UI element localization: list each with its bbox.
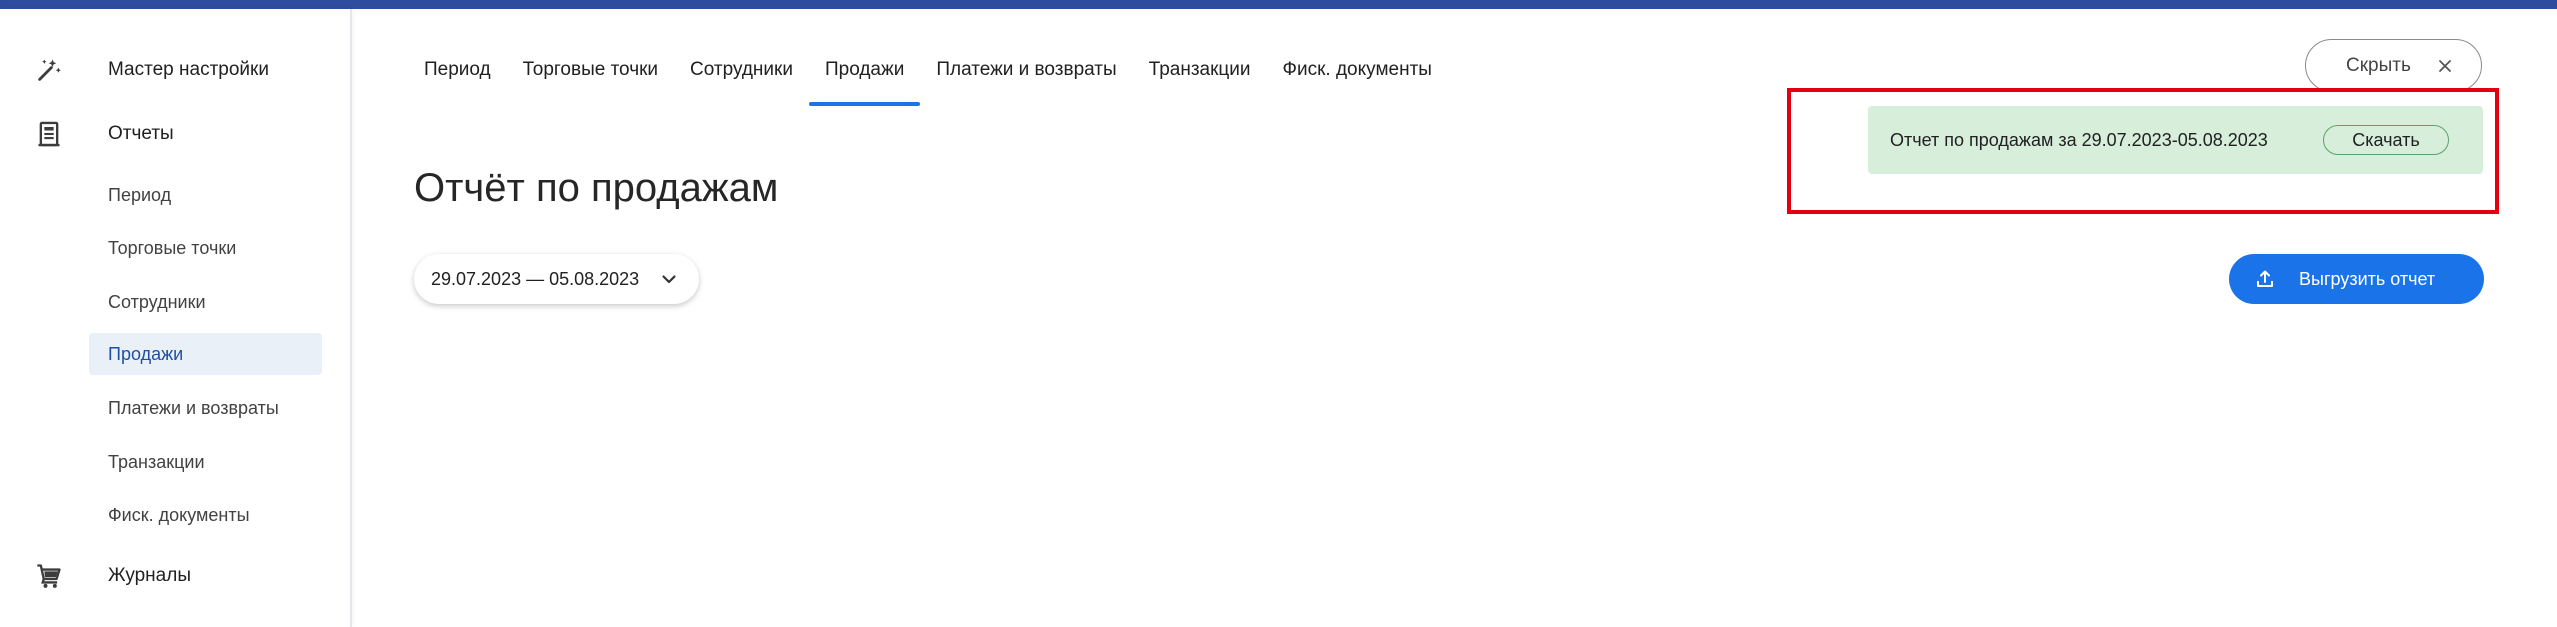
sidebar-item-label: Продажи [108, 343, 184, 364]
tab-period[interactable]: Период [408, 40, 507, 106]
tab-sales[interactable]: Продажи [808, 40, 921, 106]
sidebar-item-label: Сотрудники [108, 291, 206, 312]
sidebar-item-sales[interactable]: Продажи [89, 333, 322, 375]
export-button-label: Выгрузить отчет [2299, 268, 2436, 289]
sidebar-item-payments-refunds[interactable]: Платежи и возвраты [89, 387, 322, 429]
sidebar-item-label: Транзакции [108, 451, 205, 472]
tab-fiscal-documents[interactable]: Фиск. документы [1267, 40, 1448, 106]
top-accent-bar [0, 0, 2557, 9]
sidebar-section-journals[interactable]: Журналы [0, 546, 350, 606]
sidebar-item-fiscal-documents[interactable]: Фиск. документы [89, 494, 322, 536]
tab-transactions[interactable]: Транзакции [1133, 40, 1267, 106]
highlight-annotation [1787, 88, 2499, 214]
tab-payments-refunds[interactable]: Платежи и возвраты [920, 40, 1132, 106]
cart-icon [32, 559, 66, 593]
sidebar-item-label: Торговые точки [108, 237, 237, 258]
date-range-value: 29.07.2023 — 05.08.2023 [431, 268, 640, 289]
sidebar-item-outlets[interactable]: Торговые точки [89, 227, 322, 269]
date-range-picker[interactable]: 29.07.2023 — 05.08.2023 [414, 254, 699, 304]
sidebar-item-label: Фиск. документы [108, 504, 250, 525]
page-title: Отчёт по продажам [414, 166, 779, 210]
export-report-button[interactable]: Выгрузить отчет [2229, 254, 2484, 304]
sidebar-section-label: Журналы [108, 565, 191, 586]
sidebar-item-period[interactable]: Период [89, 174, 322, 216]
receipt-icon [32, 117, 66, 151]
chevron-down-icon [661, 271, 677, 287]
tab-outlets[interactable]: Торговые точки [507, 40, 674, 106]
report-tabs: Период Торговые точки Сотрудники Продажи… [408, 40, 1448, 106]
sidebar-section-label: Мастер настройки [108, 59, 269, 80]
magic-wand-icon [32, 53, 66, 87]
sidebar-item-transactions[interactable]: Транзакции [89, 441, 322, 483]
upload-icon [2255, 269, 2275, 289]
sidebar-item-employees[interactable]: Сотрудники [89, 281, 322, 323]
hide-button[interactable]: Скрыть [2305, 39, 2482, 92]
close-icon [2437, 58, 2453, 74]
sidebar-section-label: Отчеты [108, 123, 174, 144]
sidebar: Мастер настройки Отчеты Период Торговые … [0, 9, 352, 627]
sidebar-item-label: Платежи и возвраты [108, 397, 279, 418]
sidebar-item-label: Период [108, 184, 172, 205]
hide-button-label: Скрыть [2346, 54, 2411, 76]
tab-employees[interactable]: Сотрудники [674, 40, 809, 106]
sidebar-section-reports[interactable]: Отчеты [0, 104, 350, 164]
sidebar-section-setup-wizard[interactable]: Мастер настройки [0, 40, 350, 100]
